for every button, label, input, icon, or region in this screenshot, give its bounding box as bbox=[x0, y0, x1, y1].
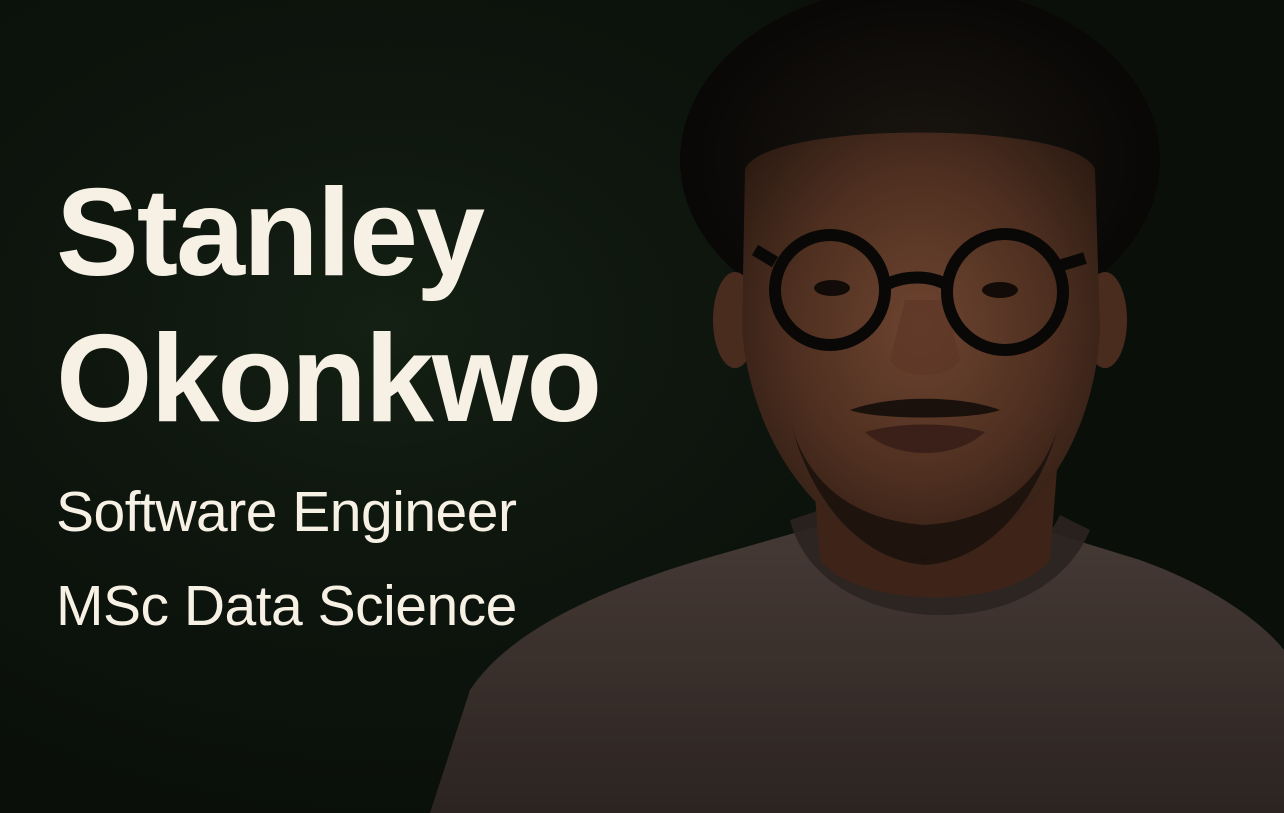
profile-hero: Stanley Okonkwo Software Engineer MSc Da… bbox=[0, 0, 1284, 813]
job-title: Software Engineer bbox=[56, 480, 517, 544]
first-name: Stanley bbox=[56, 164, 485, 302]
last-name: Okonkwo bbox=[56, 310, 602, 448]
degree: MSc Data Science bbox=[56, 574, 517, 638]
profile-text: Stanley Okonkwo Software Engineer MSc Da… bbox=[56, 160, 696, 636]
